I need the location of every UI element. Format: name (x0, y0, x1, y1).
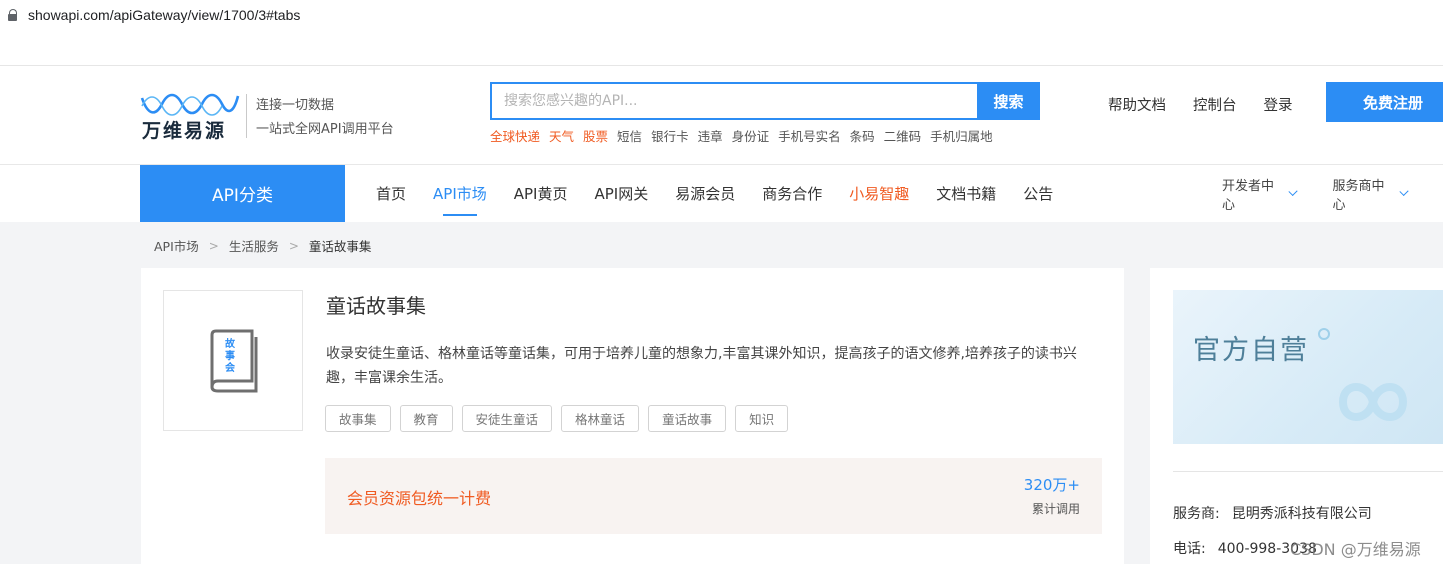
hotword-link[interactable]: 全球快递 (490, 126, 540, 145)
search-bar: 搜索 (490, 82, 1040, 120)
hotword-link[interactable]: 股票 (583, 126, 608, 145)
register-button[interactable]: 免费注册 (1326, 82, 1443, 122)
tag[interactable]: 格林童话 (561, 405, 640, 432)
site-logo[interactable]: 万维易源 连接一切数据 一站式全网API调用平台 (140, 92, 410, 142)
nav-item-business[interactable]: 商务合作 (762, 165, 822, 222)
product-title: 童话故事集 (326, 294, 426, 318)
nav-item-api-gateway[interactable]: API网关 (594, 165, 648, 222)
breadcrumb: API市场 > 生活服务 > 童话故事集 (154, 236, 371, 255)
console-link[interactable]: 控制台 (1193, 94, 1237, 115)
infinity-decoration-icon (1338, 383, 1408, 421)
site-header: 万维易源 连接一切数据 一站式全网API调用平台 搜索 全球快递 天气 股票 短… (0, 66, 1443, 165)
nav-items: 首页 API市场 API黄页 API网关 易源会员 商务合作 小易智趣 文档书籍… (376, 165, 1080, 222)
search-input[interactable] (490, 82, 978, 120)
logo-slogan-line1: 连接一切数据 (256, 98, 335, 113)
lock-icon (8, 9, 18, 21)
main-nav: API分类 首页 API市场 API黄页 API网关 易源会员 商务合作 小易智… (0, 165, 1443, 222)
book-icon-text: 会 (225, 361, 235, 374)
provider-center-dropdown[interactable]: 服务商中心 (1332, 175, 1409, 213)
tag[interactable]: 童话故事 (648, 405, 727, 432)
hotword-link[interactable]: 条码 (850, 126, 875, 145)
banner-text: 官方自营 (1193, 335, 1309, 366)
nav-item-home[interactable]: 首页 (376, 165, 406, 222)
phone-label: 电话: (1173, 541, 1206, 557)
nav-item-xiaoyi[interactable]: 小易智趣 (849, 165, 909, 222)
csdn-watermark: CSDN @万维易源 (1290, 540, 1421, 559)
tag[interactable]: 故事集 (325, 405, 391, 432)
official-banner: 官方自营 (1173, 290, 1443, 444)
help-docs-link[interactable]: 帮助文档 (1108, 94, 1166, 115)
chevron-down-icon (1288, 186, 1299, 197)
breadcrumb-item[interactable]: API市场 (154, 236, 199, 255)
hotword-link[interactable]: 违章 (698, 126, 723, 145)
nav-item-docs-books[interactable]: 文档书籍 (936, 165, 996, 222)
hotword-link[interactable]: 天气 (549, 126, 574, 145)
pricing-box: 会员资源包统一计费 320万+ 累计调用 (325, 458, 1102, 534)
hotword-link[interactable]: 二维码 (884, 126, 922, 145)
pricing-label: 会员资源包统一计费 (347, 489, 492, 508)
nav-right: 开发者中心 服务商中心 (1222, 165, 1443, 222)
banner-circle-decoration (1318, 328, 1330, 340)
developer-center-label: 开发者中心 (1222, 178, 1275, 213)
tag[interactable]: 教育 (399, 405, 453, 432)
browser-url-bar[interactable]: showapi.com/apiGateway/view/1700/3#tabs (0, 0, 1443, 30)
hotword-link[interactable]: 身份证 (732, 126, 770, 145)
header-links: 帮助文档 控制台 登录 (1108, 94, 1320, 115)
logo-brand-name: 万维易源 (142, 120, 227, 142)
product-thumbnail: 故 事 会 (163, 290, 303, 431)
nav-item-api-market[interactable]: API市场 (433, 165, 487, 222)
logo-wave-icon (140, 93, 240, 116)
breadcrumb-separator: > (208, 238, 219, 253)
logo-slogan-line2: 一站式全网API调用平台 (256, 122, 394, 137)
url-text[interactable]: showapi.com/apiGateway/view/1700/3#tabs (28, 7, 300, 23)
breadcrumb-item[interactable]: 生活服务 (229, 236, 279, 255)
breadcrumb-separator: > (288, 238, 299, 253)
breadcrumb-current: 童话故事集 (308, 239, 372, 254)
developer-center-dropdown[interactable]: 开发者中心 (1222, 175, 1299, 213)
provider-info: 服务商: 昆明秀派科技有限公司 (1173, 503, 1372, 523)
book-icon-text: 故 (225, 337, 236, 350)
login-link[interactable]: 登录 (1264, 94, 1293, 115)
book-icon-text: 事 (225, 349, 235, 362)
product-description: 收录安徒生童话、格林童话等童话集，可用于培养儿童的想象力,丰富其课外知识，提高孩… (326, 346, 1077, 386)
call-count-stat: 320万+ 累计调用 (1024, 474, 1080, 517)
browser-toolbar-gap (0, 30, 1443, 66)
nav-item-announcements[interactable]: 公告 (1023, 165, 1053, 222)
provider-center-label: 服务商中心 (1332, 178, 1385, 213)
tag[interactable]: 知识 (735, 405, 789, 432)
api-category-button[interactable]: API分类 (140, 165, 345, 222)
provider-label: 服务商: (1173, 506, 1220, 522)
product-card: 故 事 会 童话故事集 收录安徒生童话、格林童话等童话集，可用于培养儿童的想象力… (141, 268, 1124, 564)
provider-sidebar: 官方自营 服务商: 昆明秀派科技有限公司 电话: 400-998-3038 (1150, 268, 1443, 564)
logo-divider (246, 94, 247, 138)
hotword-link[interactable]: 手机号实名 (778, 126, 841, 145)
hotword-link[interactable]: 手机归属地 (930, 126, 993, 145)
chevron-down-icon (1399, 186, 1409, 197)
sidebar-divider (1173, 471, 1443, 472)
hot-search-keywords: 全球快递 天气 股票 短信 银行卡 违章 身份证 手机号实名 条码 二维码 手机… (490, 126, 993, 145)
nav-item-membership[interactable]: 易源会员 (675, 165, 735, 222)
book-icon: 故 事 会 (210, 329, 258, 393)
provider-name[interactable]: 昆明秀派科技有限公司 (1232, 506, 1372, 522)
hotword-link[interactable]: 银行卡 (651, 126, 689, 145)
hotword-link[interactable]: 短信 (617, 126, 642, 145)
call-count-value: 320万+ (1023, 476, 1080, 494)
nav-item-api-yellow-pages[interactable]: API黄页 (514, 165, 568, 222)
call-count-caption: 累计调用 (1031, 502, 1080, 516)
product-tags: 故事集 教育 安徒生童话 格林童话 童话故事 知识 (325, 405, 789, 432)
tag[interactable]: 安徒生童话 (461, 405, 553, 432)
search-button[interactable]: 搜索 (977, 82, 1040, 120)
